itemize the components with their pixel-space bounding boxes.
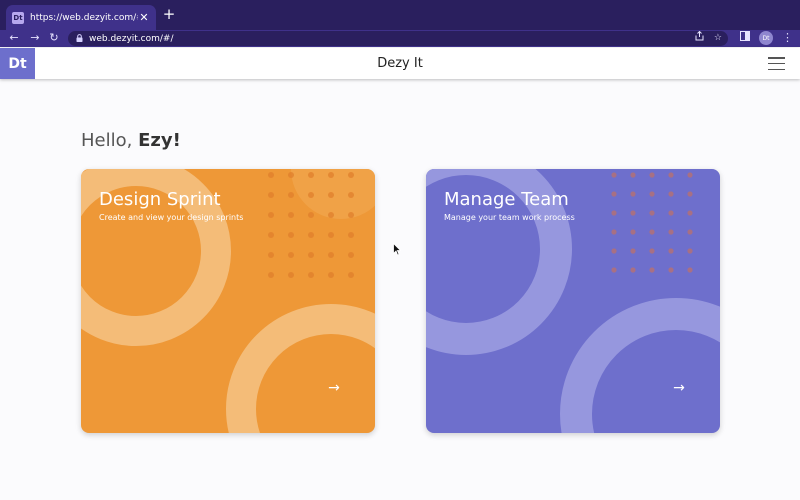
decorative-dot [348,172,354,178]
bookmark-star-icon[interactable]: ☆ [714,31,722,47]
decorative-dot [687,248,693,254]
decorative-dot [348,252,354,258]
decorative-dot [328,272,334,278]
decorative-dot [328,232,334,238]
decorative-dot [328,252,334,258]
decorative-dot [348,232,354,238]
decorative-dot [630,229,636,235]
decorative-dot [611,191,617,197]
mouse-cursor-icon [393,243,401,256]
address-bar[interactable]: web.dezyit.com/#/ ☆ [68,30,728,47]
decorative-dot [687,210,693,216]
app-logo[interactable]: Dt [0,48,35,79]
favicon-icon: Dt [12,11,24,24]
card-subtitle: Create and view your design sprints [99,213,244,222]
decorative-dot [649,191,655,197]
decorative-dot [268,212,274,218]
decorative-dot [668,210,674,216]
decorative-dot [308,172,314,178]
forward-button[interactable]: → [28,31,42,45]
browser-menu-icon[interactable]: ⋮ [782,31,793,45]
decorative-dot [308,272,314,278]
lock-icon [76,33,83,44]
decorative-dot [288,172,294,178]
decorative-dot [268,232,274,238]
decorative-dot [611,248,617,254]
decorative-dot [308,232,314,238]
greeting-prefix: Hello, [81,130,139,151]
decorative-dot [611,172,617,178]
greeting: Hello, Ezy! [81,130,181,151]
decorative-dot [630,191,636,197]
decorative-dot [668,229,674,235]
decorative-dot [630,267,636,273]
card-subtitle: Manage your team work process [444,213,575,222]
decorative-dot [649,210,655,216]
decorative-dot [268,172,274,178]
card-title: Manage Team [444,189,569,210]
decorative-dot [630,210,636,216]
decorative-dot [348,272,354,278]
decorative-dot [288,232,294,238]
reload-button[interactable]: ↻ [47,31,61,45]
profile-avatar[interactable]: Dt [759,31,773,45]
decorative-dot [668,248,674,254]
decorative-dot [348,212,354,218]
decorative-dot [668,267,674,273]
greeting-name: Ezy! [138,130,181,151]
decorative-dot [308,192,314,198]
side-panel-icon[interactable] [740,31,750,46]
design-sprint-card[interactable]: Design Sprint Create and view your desig… [81,169,375,433]
app-title: Dezy It [377,56,423,71]
decorative-dot [268,252,274,258]
arrow-right-icon[interactable]: → [671,380,687,396]
hamburger-menu-icon[interactable] [768,57,785,70]
decorative-dot [630,172,636,178]
browser-toolbar: ← → ↻ web.dezyit.com/#/ ☆ Dt ⋮ [0,30,800,47]
arrow-right-icon[interactable]: → [326,380,342,396]
decorative-dot [668,191,674,197]
decorative-dot [687,172,693,178]
decorative-dot [630,248,636,254]
decorative-dot [611,229,617,235]
decorative-dot [308,252,314,258]
decorative-dot [687,267,693,273]
decorative-dot [687,191,693,197]
decorative-dot [288,252,294,258]
decorative-dot [288,212,294,218]
decorative-dot [308,212,314,218]
card-title: Design Sprint [99,189,221,210]
decorative-dot [611,210,617,216]
share-icon[interactable] [695,30,704,47]
decorative-dot [649,229,655,235]
decorative-dot [649,267,655,273]
back-button[interactable]: ← [7,31,21,45]
decorative-dot [649,248,655,254]
decorative-dot [611,267,617,273]
decorative-dot [649,172,655,178]
decorative-dot [328,212,334,218]
decorative-dot [328,192,334,198]
browser-tab[interactable]: Dt https://web.dezyit.com/#/ ✕ [6,5,156,30]
decorative-dot [687,229,693,235]
decorative-dot [268,272,274,278]
browser-tab-strip: Dt https://web.dezyit.com/#/ ✕ + [0,0,800,30]
decorative-dot [288,192,294,198]
manage-team-card[interactable]: Manage Team Manage your team work proces… [426,169,720,433]
decorative-dot [348,192,354,198]
decorative-dot [268,192,274,198]
decorative-dot [668,172,674,178]
url-text: web.dezyit.com/#/ [89,33,174,44]
app-header: Dezy It Dt [0,48,800,79]
tab-title: https://web.dezyit.com/#/ [30,12,138,23]
decorative-dot [288,272,294,278]
new-tab-button[interactable]: + [162,7,176,22]
decorative-dot [328,172,334,178]
close-tab-icon[interactable]: ✕ [138,11,150,24]
